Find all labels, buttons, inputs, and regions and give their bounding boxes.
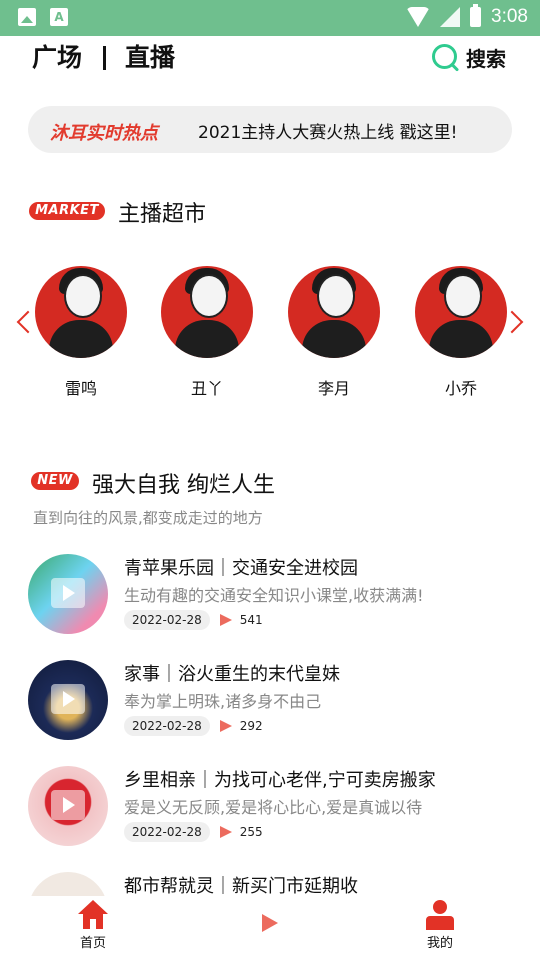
hot-topic-tag: 沐耳实时热点: [50, 123, 158, 144]
item-title: 青苹果乐园｜交通安全进校园: [124, 558, 358, 579]
views-icon: [219, 826, 232, 838]
battery-icon: [470, 4, 482, 27]
play-icon: [51, 684, 85, 714]
tab-divider: [103, 46, 106, 70]
views-icon: [219, 614, 232, 626]
hot-topic-text: 2021主持人大赛火热上线 戳这里!: [198, 123, 458, 143]
nav-mine-label: 我的: [426, 936, 453, 951]
video-thumbnail: [28, 766, 108, 846]
host-card[interactable]: 小乔: [411, 266, 511, 399]
user-icon: [426, 900, 454, 930]
status-bar: A 3:08: [0, 0, 540, 36]
item-title: 乡里相亲｜为找可心老伴,宁可卖房搬家: [124, 770, 436, 791]
play-icon: [262, 914, 278, 932]
top-header: 广场 直播 搜索: [0, 36, 540, 82]
tab-live[interactable]: 直播: [125, 38, 175, 74]
video-thumbnail: [28, 660, 108, 740]
featured-subtitle: 直到向往的风景,都变成走过的地方: [33, 509, 263, 527]
host-name: 雷鸣: [64, 379, 97, 398]
item-meta: 2022-02-28 292: [124, 716, 263, 736]
a-icon: A: [50, 8, 68, 26]
status-time: 3:08: [491, 6, 528, 27]
market-section-title: 主播超市: [118, 202, 207, 227]
item-title: 家事｜浴火重生的末代皇妹: [124, 664, 340, 685]
play-icon: [51, 578, 85, 608]
host-name: 李月: [317, 379, 350, 398]
signal-off-icon: [440, 7, 461, 27]
item-date: 2022-02-28: [124, 822, 210, 842]
wifi-icon: [406, 7, 431, 27]
search-label: 搜索: [466, 46, 506, 71]
host-card[interactable]: 雷鸣: [31, 266, 131, 399]
image-icon: [18, 8, 36, 26]
views-icon: [219, 720, 232, 732]
play-icon: [51, 790, 85, 820]
item-date: 2022-02-28: [124, 716, 210, 736]
tab-square[interactable]: 广场: [32, 38, 82, 74]
list-item[interactable]: 青苹果乐园｜交通安全进校园 生动有趣的交通安全知识小课堂,收获满满! 2022-…: [28, 554, 512, 634]
home-icon: [78, 900, 108, 930]
nav-home-label: 首页: [79, 936, 106, 951]
host-name: 小乔: [444, 379, 477, 398]
item-desc: 奉为掌上明珠,诸多身不由己: [124, 692, 322, 711]
hot-topic-banner[interactable]: 沐耳实时热点 2021主持人大赛火热上线 戳这里!: [28, 106, 512, 153]
avatar: [288, 266, 380, 358]
search-button[interactable]: 搜索: [430, 42, 506, 72]
video-thumbnail: [28, 554, 108, 634]
item-views: 541: [239, 613, 263, 627]
list-item[interactable]: 乡里相亲｜为找可心老伴,宁可卖房搬家 爱是义无反顾,爱是将心比心,爱是真诚以待 …: [28, 766, 512, 846]
item-meta: 2022-02-28 255: [124, 822, 263, 842]
host-card[interactable]: 李月: [284, 266, 384, 399]
nav-play[interactable]: [230, 900, 310, 932]
avatar: [161, 266, 253, 358]
nav-mine[interactable]: 我的: [400, 900, 480, 951]
item-title: 都市帮就灵｜新买门市延期收: [124, 876, 358, 897]
host-card[interactable]: 丑丫: [157, 266, 257, 399]
item-desc: 爱是义无反顾,爱是将心比心,爱是真诚以待: [124, 798, 423, 817]
avatar: [415, 266, 507, 358]
item-meta: 2022-02-28 541: [124, 610, 263, 630]
item-date: 2022-02-28: [124, 610, 210, 630]
bottom-nav: 首页 我的: [0, 896, 540, 960]
nav-home[interactable]: 首页: [53, 900, 133, 951]
list-item[interactable]: 家事｜浴火重生的末代皇妹 奉为掌上明珠,诸多身不由己 2022-02-28 29…: [28, 660, 512, 740]
new-badge: NEW: [31, 472, 79, 490]
item-desc: 生动有趣的交通安全知识小课堂,收获满满!: [124, 586, 424, 605]
host-name: 丑丫: [190, 379, 223, 398]
market-badge: MARKET: [29, 202, 105, 220]
item-views: 292: [239, 719, 263, 733]
item-views: 255: [239, 825, 263, 839]
search-icon: [430, 42, 460, 72]
avatar: [35, 266, 127, 358]
featured-section-title: 强大自我 绚烂人生: [92, 473, 275, 498]
